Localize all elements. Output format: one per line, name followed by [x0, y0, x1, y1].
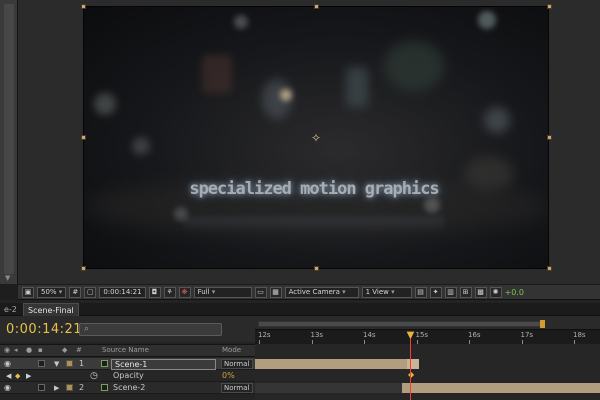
twirl-right-icon[interactable]: ▶: [54, 382, 59, 394]
transform-handle[interactable]: [81, 135, 86, 140]
transform-handle[interactable]: [547, 266, 552, 271]
viewer-toolbar: ▣ 50% # ▢ 0:00:14:21 ◘ ⚘ ❋ Full ▭ ▦ Acti…: [18, 284, 600, 300]
keyframe-nav-right-icon[interactable]: ▶: [26, 370, 31, 382]
stopwatch-icon[interactable]: ◷: [90, 370, 98, 382]
source-name-header[interactable]: Source Name: [102, 346, 149, 354]
property-name: Opacity: [113, 371, 144, 380]
bokeh-light: [484, 107, 510, 133]
transform-handle[interactable]: [81, 266, 86, 271]
ruler-tick-label: 14s: [363, 331, 376, 339]
work-area-end-handle[interactable]: [540, 320, 545, 328]
bokeh-light: [234, 15, 248, 29]
bokeh-light: [280, 89, 292, 101]
layer-duration-bar[interactable]: [255, 359, 407, 369]
timeline-tabbar: [0, 303, 600, 316]
eye-icon[interactable]: ◉: [4, 358, 11, 370]
layer-name[interactable]: Scene-2: [113, 382, 145, 394]
transform-handle[interactable]: [314, 4, 319, 9]
color-icon[interactable]: ❋: [178, 286, 191, 298]
layer-number-header: #: [76, 346, 82, 354]
label-color-swatch[interactable]: [66, 360, 73, 367]
eye-icon[interactable]: ◉: [4, 346, 10, 354]
fast-preview-icon[interactable]: ✦: [429, 286, 442, 298]
search-icon: ⌕: [84, 324, 90, 334]
bokeh-light: [478, 11, 496, 29]
region-of-interest-icon[interactable]: ▭: [254, 286, 267, 298]
layer-search-input[interactable]: [79, 323, 222, 336]
vertical-scrollbar[interactable]: [4, 4, 14, 274]
camera-view-dropdown[interactable]: Active Camera: [284, 286, 359, 298]
transform-handle[interactable]: [547, 135, 552, 140]
bokeh-light: [202, 55, 232, 93]
layer-duration-bar[interactable]: [255, 383, 407, 393]
flowchart-icon[interactable]: ⊞: [459, 286, 472, 298]
current-time-field[interactable]: 0:00:14:21: [99, 286, 146, 298]
lock-toggle[interactable]: [38, 384, 45, 391]
blend-mode-dropdown[interactable]: Normal: [221, 383, 253, 393]
always-preview-icon[interactable]: ▣: [22, 286, 34, 298]
tab-previous-comp[interactable]: e-2: [0, 303, 21, 316]
layer-duration-bar[interactable]: [407, 359, 419, 369]
label-color-swatch[interactable]: [66, 384, 73, 391]
keyframe-nav-left-icon[interactable]: ◀: [6, 370, 11, 382]
ruler-tick-label: 12s: [258, 331, 271, 339]
3d-view-icon[interactable]: ▩: [474, 286, 487, 298]
audio-icon[interactable]: ◂: [14, 346, 18, 354]
bokeh-light: [94, 93, 116, 115]
lock-icon[interactable]: ▪: [38, 346, 43, 354]
work-area-bar[interactable]: [258, 321, 543, 327]
transform-handle[interactable]: [547, 4, 552, 9]
current-time-indicator[interactable]: [410, 339, 411, 400]
anchor-point-icon[interactable]: ✧: [311, 132, 321, 144]
composition-icon: [101, 384, 108, 391]
layer-number: 1: [79, 359, 85, 368]
exposure-reset-icon[interactable]: ✺: [489, 286, 502, 298]
ruler-tick-label: 17s: [520, 331, 534, 339]
bokeh-light: [132, 137, 150, 155]
current-time-indicator-icon[interactable]: ▼: [405, 331, 416, 341]
title-reflection: [184, 217, 444, 233]
camera-icon[interactable]: ◘: [148, 286, 161, 298]
safe-margins-icon[interactable]: ▢: [84, 286, 97, 298]
composition-icon: [101, 360, 108, 367]
ruler-tick-label: 16s: [468, 331, 481, 339]
magnification-dropdown[interactable]: 50%: [37, 286, 67, 298]
label-icon[interactable]: ◆: [62, 346, 67, 354]
toggle-pixel-aspect-icon[interactable]: ▤: [414, 286, 427, 298]
keyframe-icon[interactable]: ◆: [408, 370, 414, 379]
view-layout-dropdown[interactable]: 1 View: [361, 286, 412, 298]
grid-icon[interactable]: #: [69, 286, 82, 298]
transform-handle[interactable]: [314, 266, 319, 271]
current-time-display[interactable]: 0:00:14:21: [6, 322, 82, 337]
exposure-value[interactable]: +0.0: [505, 288, 524, 297]
tab-scene-final[interactable]: Scene-Final: [23, 303, 79, 316]
bokeh-light: [346, 67, 368, 107]
resolution-dropdown[interactable]: Full: [193, 286, 252, 298]
scroll-down-arrow-icon[interactable]: ▼: [5, 274, 13, 282]
keyframe-icon[interactable]: ◆: [15, 370, 20, 382]
blend-mode-dropdown[interactable]: Normal: [221, 359, 253, 369]
twirl-down-icon[interactable]: ▼: [54, 358, 59, 370]
transparency-grid-icon[interactable]: ▦: [269, 286, 282, 298]
eye-icon[interactable]: ◉: [4, 382, 11, 394]
show-snapshot-icon[interactable]: ⚘: [163, 286, 176, 298]
opacity-value[interactable]: 0%: [222, 370, 235, 382]
ruler-tick-label: 18s: [573, 331, 586, 339]
ruler-tick-label: 15s: [415, 331, 429, 339]
composition-title-text: specialized motion graphics: [189, 179, 439, 199]
solo-icon[interactable]: ●: [26, 346, 32, 354]
bokeh-light: [384, 41, 444, 91]
mode-header[interactable]: Mode: [222, 346, 241, 354]
layer-duration-bar[interactable]: [402, 383, 600, 393]
layer-name[interactable]: Scene-1: [111, 359, 216, 370]
lock-toggle[interactable]: [38, 360, 45, 367]
transform-handle[interactable]: [81, 4, 86, 9]
layer-number: 2: [79, 383, 85, 392]
timeline-icon[interactable]: ▥: [444, 286, 457, 298]
ruler-tick-label: 13s: [310, 331, 324, 339]
